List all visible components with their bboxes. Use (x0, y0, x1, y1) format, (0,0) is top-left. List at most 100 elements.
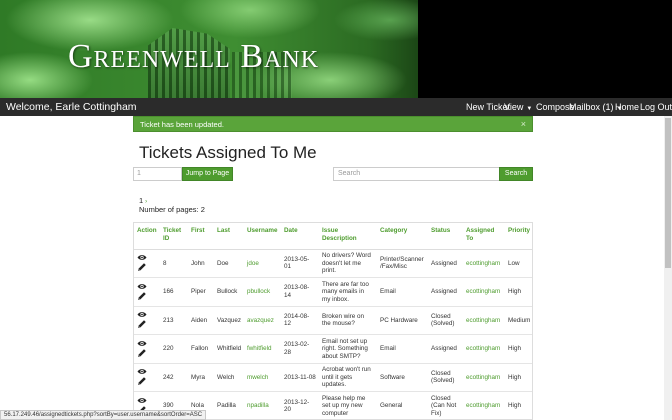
col-category[interactable]: Category (377, 223, 428, 250)
page-count: Number of pages: 2 (139, 205, 205, 214)
first-name-cell: Piper (188, 277, 214, 306)
jump-to-page-button[interactable]: Jump to Page (182, 167, 233, 181)
last-name-cell: Bullock (214, 277, 244, 306)
priority-cell: High (505, 277, 532, 306)
username-link[interactable]: fwhitfield (244, 334, 281, 363)
view-eye-icon[interactable] (137, 340, 147, 347)
first-name-cell: Fallon (188, 334, 214, 363)
priority-cell: Low (505, 248, 532, 278)
page-scrollbar[interactable] (664, 116, 672, 420)
status-cell: Assigned (428, 334, 463, 363)
action-cell (134, 277, 160, 306)
first-name-cell: Myra (188, 362, 214, 392)
category-cell: Printer/Scanner /Fax/Misc (377, 248, 428, 278)
col-ticket-id[interactable]: Ticket ID (160, 223, 188, 250)
edit-pencil-icon[interactable] (137, 348, 147, 358)
table-row: 220 Fallon Whitfield fwhitfield 2013-02-28 Em… (134, 334, 532, 363)
last-name-cell: Vazquez (214, 305, 244, 335)
issue-description-cell: Email not set up right. Something about … (319, 334, 377, 363)
scrollbar-thumb[interactable] (665, 118, 671, 268)
tickets-table: Action Ticket ID First Last Username Dat… (134, 223, 532, 419)
first-name-cell: John (188, 248, 214, 278)
ticket-id-cell: 8 (160, 248, 188, 278)
priority-cell: High (505, 334, 532, 363)
view-eye-icon[interactable] (137, 397, 147, 404)
category-cell: Email (377, 334, 428, 363)
last-name-cell: Whitfield (214, 334, 244, 363)
table-row: 166 Piper Bullock pbullock 2013-08-14 There a… (134, 277, 532, 306)
ticket-id-cell: 220 (160, 334, 188, 363)
table-row: 8 John Doe jdoe 2013-05-01 No drivers? Word d… (134, 248, 532, 278)
assigned-to-link[interactable]: ecottingham (463, 391, 505, 419)
col-date[interactable]: Date (281, 223, 319, 250)
bank-logo-title: Greenwell Bank (68, 38, 320, 75)
status-cell: Assigned (428, 248, 463, 278)
banner-dark-area (418, 0, 672, 98)
status-cell: Closed (Can Not Fix) (428, 391, 463, 419)
nav-log-out[interactable]: Log Out (640, 98, 672, 116)
priority-cell: High (505, 362, 532, 392)
search-input[interactable]: Search (333, 167, 500, 181)
issue-description-cell: There are far too many emails in my inbo… (319, 277, 377, 306)
col-issue-description[interactable]: Issue Description (319, 223, 377, 250)
col-first[interactable]: First (188, 223, 214, 250)
action-cell (134, 305, 160, 335)
assigned-to-link[interactable]: ecottingham (463, 362, 505, 392)
date-cell: 2013-11-08 (281, 362, 319, 392)
view-eye-icon[interactable] (137, 368, 147, 375)
issue-description-cell: Acrobat won't run until it gets updates. (319, 362, 377, 392)
username-link[interactable]: npadilla (244, 391, 281, 419)
col-assigned-to[interactable]: Assigned To (463, 223, 505, 250)
nav-view-label: View (504, 102, 524, 112)
view-eye-icon[interactable] (137, 254, 147, 261)
success-alert: Ticket has been updated. × (133, 116, 533, 132)
priority-cell: High (505, 391, 532, 419)
assigned-to-link[interactable]: ecottingham (463, 277, 505, 306)
col-username[interactable]: Username (244, 223, 281, 250)
browser-status-url: 56.17.249.46/assignedtickets.php?sortBy=… (0, 410, 207, 420)
issue-description-cell: No drivers? Word doesn't let me print. (319, 248, 377, 278)
status-cell: Closed (Solved) (428, 305, 463, 335)
last-name-cell: Welch (214, 362, 244, 392)
assigned-to-link[interactable]: ecottingham (463, 248, 505, 278)
col-status[interactable]: Status (428, 223, 463, 250)
page-number-input[interactable]: 1 (133, 167, 182, 181)
caret-down-icon: ▼ (526, 106, 533, 112)
welcome-text: Welcome, Earle Cottingham (6, 101, 137, 113)
assigned-to-link[interactable]: ecottingham (463, 305, 505, 335)
username-link[interactable]: avazquez (244, 305, 281, 335)
date-cell: 2013-12-20 (281, 391, 319, 419)
edit-pencil-icon[interactable] (137, 319, 147, 329)
username-link[interactable]: jdoe (244, 248, 281, 278)
edit-pencil-icon[interactable] (137, 291, 147, 301)
first-name-cell: Aiden (188, 305, 214, 335)
table-row: 242 Myra Welch mwelch 2013-11-08 Acrobat won'… (134, 362, 532, 392)
nav-mailbox-label: Mailbox (1) (569, 102, 614, 112)
date-cell: 2013-05-01 (281, 248, 319, 278)
tickets-table-container: Action Ticket ID First Last Username Dat… (133, 222, 533, 420)
username-link[interactable]: mwelch (244, 362, 281, 392)
last-name-cell: Padilla (214, 391, 244, 419)
search-button[interactable]: Search (499, 167, 533, 181)
view-eye-icon[interactable] (137, 311, 147, 318)
col-last[interactable]: Last (214, 223, 244, 250)
status-cell: Closed (Solved) (428, 362, 463, 392)
bank-banner: Greenwell Bank (0, 0, 672, 98)
nav-home[interactable]: Home (615, 98, 639, 116)
close-icon[interactable]: × (521, 117, 526, 131)
assigned-to-link[interactable]: ecottingham (463, 334, 505, 363)
ticket-id-cell: 166 (160, 277, 188, 306)
current-page-link[interactable]: 1 › (139, 196, 147, 205)
category-cell: Email (377, 277, 428, 306)
alert-message: Ticket has been updated. (140, 120, 224, 129)
view-eye-icon[interactable] (137, 283, 147, 290)
col-priority[interactable]: Priority (505, 223, 532, 250)
issue-description-cell: Please help me set up my new computer (319, 391, 377, 419)
edit-pencil-icon[interactable] (137, 376, 147, 386)
edit-pencil-icon[interactable] (137, 262, 147, 272)
username-link[interactable]: pbullock (244, 277, 281, 306)
page-title: Tickets Assigned To Me (139, 143, 317, 162)
nav-view-dropdown[interactable]: View ▼ (504, 98, 532, 118)
issue-description-cell: Broken wire on the mouse? (319, 305, 377, 335)
last-name-cell: Doe (214, 248, 244, 278)
